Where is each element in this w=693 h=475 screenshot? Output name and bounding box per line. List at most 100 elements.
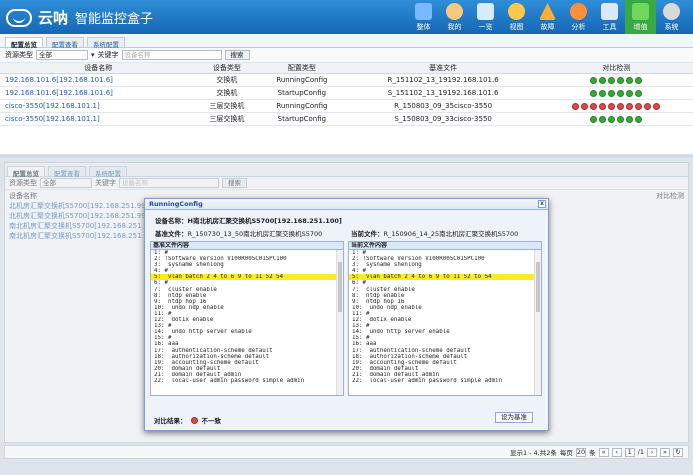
device-type: 三层交换机	[196, 112, 258, 126]
refresh-icon[interactable]: ↻	[673, 447, 683, 457]
table-row[interactable]: 192.168.101.6[192.168.101.6] 交换机 Startup…	[0, 86, 693, 100]
background-tab-system[interactable]: 系统配置	[89, 166, 127, 178]
device-info: 设备名称：H南北机房汇聚交换机S5700[192.168.251.100]	[155, 215, 342, 225]
dialog-title: RunningConfig x	[145, 199, 548, 210]
page-size-select[interactable]: 20	[575, 447, 587, 457]
status-dot	[635, 102, 643, 110]
user-icon	[446, 3, 463, 20]
nav-value-added[interactable]: 增值	[625, 0, 656, 34]
next-page-button[interactable]: ›	[647, 447, 657, 457]
background-tab-view[interactable]: 配置查看	[48, 166, 86, 178]
background-device-name[interactable]: 北机房汇聚交换机S5700[192.168.251.99]	[9, 211, 148, 220]
last-page-button[interactable]: »	[660, 447, 670, 457]
comparison-cell	[539, 99, 693, 113]
background-type-select[interactable]: 全部	[40, 178, 92, 188]
nav-system-label: 系统	[664, 23, 679, 31]
device-value: H南北机房汇聚交换机S5700[192.168.251.100]	[187, 217, 342, 225]
resource-type-select[interactable]: 全部	[36, 50, 88, 60]
comparison-cell	[539, 112, 693, 126]
background-tab-overview[interactable]: 配置总览	[7, 166, 45, 178]
nav-overview-label: 整体	[416, 23, 431, 31]
status-dot	[617, 102, 625, 110]
device-type: 交换机	[196, 86, 258, 100]
nav-view[interactable]: 视图	[501, 0, 532, 34]
base-file-value: R_150730_13_50南北机房汇聚交换机S5700	[187, 230, 323, 238]
search-button[interactable]: 搜索	[224, 50, 250, 60]
status-dot	[590, 76, 598, 84]
status-dot	[590, 115, 598, 123]
current-file-pane[interactable]: 当前文件内容 1: # 2: !Software Version V100R00…	[348, 241, 542, 396]
nav-list-label: 一览	[478, 23, 493, 31]
base-file: S_151102_13_19192.168.101.6	[346, 86, 540, 100]
device-label: 设备名称：	[155, 217, 188, 225]
background-search-button[interactable]: 搜索	[222, 178, 247, 188]
base-file: R_150803_09_35cisco-3550	[346, 99, 540, 113]
view-icon	[508, 3, 525, 20]
config-type: StartupConfig	[257, 86, 347, 100]
device-name-link[interactable]: cisco-3550[192.168.101.1]	[0, 99, 197, 113]
nav-mine[interactable]: 我的	[439, 0, 470, 34]
code-line: 22: local-user admin password simple adm…	[154, 377, 305, 384]
background-device-name[interactable]: 南北机房汇聚交换机S5700[192.168.251.100]	[9, 221, 160, 230]
background-device-name[interactable]: 南北机房汇聚交换机S5700[192.168.251.100]	[9, 231, 160, 240]
background-device-name[interactable]: 北机房汇聚交换机S5700[192.168.251.99]	[9, 201, 148, 210]
status-dot	[581, 102, 589, 110]
keyword-label: 关键字	[97, 51, 119, 59]
plus-icon	[632, 3, 649, 20]
status-dot	[626, 102, 634, 110]
device-name-link[interactable]: 192.168.101.6[192.168.101.6]	[0, 73, 197, 87]
tab-config-view[interactable]: 配置查看	[46, 37, 84, 49]
nav-analysis-label: 分析	[571, 23, 586, 31]
status-dot	[617, 89, 625, 97]
mismatch-icon	[190, 416, 198, 424]
nav-fault-label: 故障	[540, 23, 555, 31]
comparison-cell	[539, 86, 693, 100]
nav-analysis[interactable]: 分析	[563, 0, 594, 34]
first-page-button[interactable]: «	[598, 447, 609, 457]
table-row[interactable]: 192.168.101.6[192.168.101.6] 交换机 Running…	[0, 73, 693, 87]
status-dot	[590, 89, 598, 97]
previous-page-button[interactable]: ‹	[611, 447, 622, 457]
result-label: 对比结果：	[154, 417, 187, 425]
status-dots	[540, 115, 693, 123]
current-file-info: 当前文件：R_150906_14_25南北机房汇聚交换机S5700	[351, 228, 541, 238]
nav-system[interactable]: 系统	[656, 0, 687, 34]
device-type: 交换机	[196, 73, 258, 87]
base-file-label: 基准文件：	[155, 230, 188, 238]
device-name-link[interactable]: cisco-3550[192.168.101.1]	[0, 112, 197, 126]
dropdown-icon[interactable]: ▾	[91, 51, 95, 59]
status-dot	[572, 102, 580, 110]
nav-list[interactable]: 一览	[470, 0, 501, 34]
nav-overview[interactable]: 整体	[408, 0, 439, 34]
status-dot	[599, 76, 607, 84]
tab-config-overview[interactable]: 配置总览	[5, 37, 43, 49]
table-row[interactable]: cisco-3550[192.168.101.1] 三层交换机 RunningC…	[0, 99, 693, 113]
left-scrollbar[interactable]	[336, 250, 343, 395]
right-scrollbar[interactable]	[534, 250, 541, 395]
close-icon[interactable]: x	[538, 200, 546, 208]
background-tab-bar: 配置总览 配置查看 系统配置	[5, 163, 688, 178]
background-keyword-input[interactable]: 设备名称	[119, 178, 219, 188]
current-file-label: 当前文件：	[351, 230, 384, 238]
status-dots	[540, 102, 693, 110]
tab-system-config[interactable]: 系统配置	[87, 37, 125, 49]
code-line: 22: local-user admin password simple adm…	[352, 377, 503, 384]
background-type-label: 资源类型	[9, 179, 37, 187]
page-number-input[interactable]: 1	[624, 447, 635, 457]
header-base-file: 基准文件	[346, 63, 540, 74]
status-dot	[635, 89, 643, 97]
nav-view-label: 视图	[509, 23, 524, 31]
status-dot	[617, 76, 625, 84]
status-dot	[653, 102, 661, 110]
status-dot	[608, 89, 616, 97]
nav-fault[interactable]: 故障	[532, 0, 563, 34]
status-dot	[635, 76, 643, 84]
set-as-baseline-button[interactable]: 设为基准	[495, 412, 533, 423]
table-row[interactable]: cisco-3550[192.168.101.1] 三层交换机 StartupC…	[0, 112, 693, 126]
keyword-input[interactable]: 设备名称	[121, 50, 222, 60]
per-page-label: 每页	[559, 449, 573, 457]
app-subtitle: 智能监控盒子	[75, 12, 154, 27]
nav-tools[interactable]: 工具	[594, 0, 625, 34]
device-name-link[interactable]: 192.168.101.6[192.168.101.6]	[0, 86, 197, 100]
base-file-pane[interactable]: 基准文件内容 1: # 2: !Software Version V100R00…	[150, 241, 344, 396]
